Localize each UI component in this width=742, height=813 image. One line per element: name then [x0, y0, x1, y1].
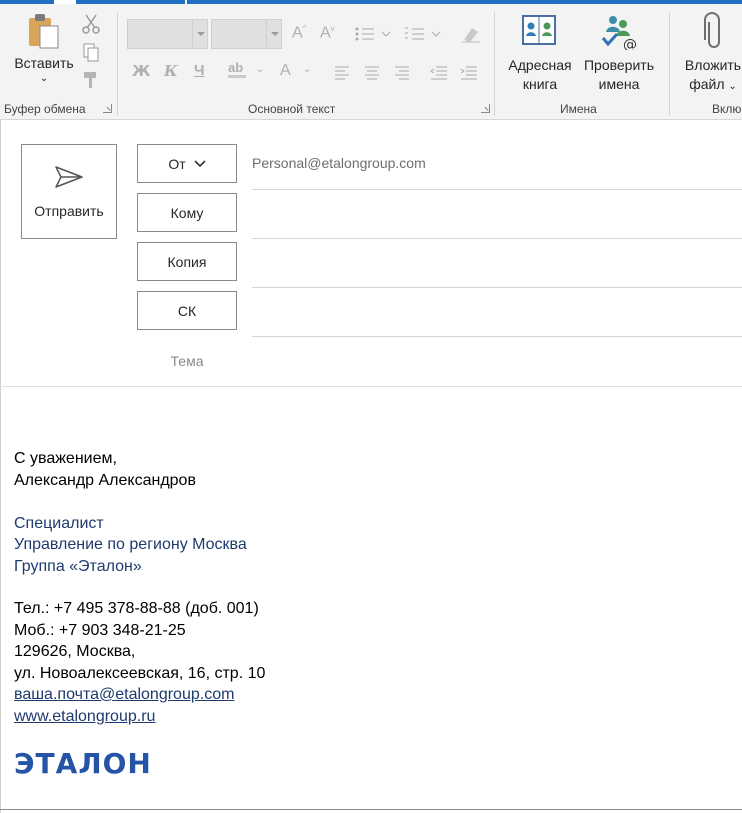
chevron-down-icon[interactable]: ⌄ — [303, 64, 311, 75]
send-icon — [55, 166, 83, 188]
chevron-down-icon: ⌄ — [39, 73, 49, 84]
bold-icon[interactable]: Ж — [132, 62, 150, 80]
attach-file-button[interactable]: Вложить файл ⌄ — [678, 12, 742, 96]
font-name-combo[interactable] — [127, 19, 208, 49]
to-field-underline — [252, 238, 742, 239]
decrease-indent-icon[interactable] — [430, 66, 448, 80]
check-names-icon: @ — [601, 16, 637, 50]
basic-text-group-label: Основной текст — [248, 102, 336, 116]
cc-label: Копия — [167, 253, 207, 270]
format-painter-icon[interactable] — [82, 70, 100, 90]
italic-icon[interactable]: К — [164, 62, 178, 80]
signature-email-link[interactable]: ваша.почта@etalongroup.com — [14, 686, 234, 703]
to-button[interactable]: Кому — [137, 193, 237, 232]
signature-name: Александр Александров — [14, 472, 196, 489]
paperclip-icon — [704, 12, 720, 48]
names-group-label: Имена — [560, 102, 597, 116]
bcc-label: СК — [177, 302, 197, 319]
group-separator — [669, 12, 670, 116]
attach-file-label-line2: файл — [689, 76, 725, 92]
check-names-button[interactable]: @ Проверить имена — [579, 12, 659, 94]
paste-icon — [29, 14, 59, 49]
paste-label: Вставить — [14, 55, 74, 71]
from-field-underline — [252, 189, 742, 190]
cut-icon[interactable] — [82, 14, 100, 34]
address-book-button[interactable]: Адресная книга — [503, 12, 577, 94]
signature-phone: Тел.: +7 495 378-88-88 (доб. 001) — [14, 600, 259, 617]
signature-mobile: Моб.: +7 903 348-21-25 — [14, 622, 186, 639]
highlight-icon[interactable]: ab — [228, 60, 246, 78]
from-button[interactable]: От — [137, 144, 237, 183]
check-names-label-line1: Проверить — [583, 57, 654, 73]
to-label: Кому — [170, 204, 204, 221]
align-left-icon[interactable] — [334, 66, 350, 80]
signature-website-link[interactable]: www.etalongroup.ru — [14, 708, 155, 725]
address-book-label-line2: книга — [522, 76, 558, 92]
clear-formatting-icon[interactable] — [460, 24, 482, 44]
font-color-icon[interactable]: A — [280, 62, 291, 80]
numbering-icon[interactable] — [404, 26, 442, 42]
ribbon: Вставить ⌄ Буфер обмена A^ Av Ж К Ч ab ⌄… — [0, 4, 742, 120]
include-group-label: Вклю — [712, 102, 742, 116]
shrink-font-icon[interactable]: Av — [320, 24, 335, 42]
bcc-field-underline — [252, 336, 742, 337]
cc-field-underline — [252, 287, 742, 288]
attach-file-label-line1: Вложить — [684, 57, 742, 73]
chevron-down-icon — [266, 20, 281, 48]
signature-company: Группа «Эталон» — [14, 558, 142, 575]
chevron-down-icon — [192, 20, 207, 48]
bcc-button[interactable]: СК — [137, 291, 237, 330]
chevron-down-icon — [194, 159, 206, 167]
subject-label: Тема — [170, 353, 204, 369]
attach-file-label-row: файл ⌄ — [678, 75, 742, 96]
check-names-label-line2: имена — [598, 76, 640, 92]
company-logo: ЭТАЛОН — [14, 747, 152, 780]
from-label: От — [168, 155, 186, 172]
align-right-icon[interactable] — [394, 66, 410, 80]
send-label: Отправить — [34, 203, 104, 219]
to-input[interactable] — [252, 194, 742, 234]
from-value: Personal@etalongroup.com — [252, 155, 426, 171]
align-center-icon[interactable] — [364, 66, 380, 80]
address-book-label-line1: Адресная — [508, 57, 572, 73]
increase-indent-icon[interactable] — [460, 66, 478, 80]
address-book-icon — [522, 15, 556, 45]
signature-position: Специалист — [14, 515, 104, 532]
paste-button[interactable]: Вставить ⌄ — [8, 12, 80, 85]
window-bottom-border — [0, 809, 742, 810]
send-button[interactable]: Отправить — [21, 144, 117, 239]
signature-postal: 129626, Москва, — [14, 643, 136, 660]
chevron-down-icon: ⌄ — [728, 81, 737, 92]
clipboard-launcher-icon[interactable] — [103, 104, 112, 113]
signature-department: Управление по региону Москва — [14, 536, 247, 553]
group-separator — [117, 12, 118, 116]
clipboard-group-label: Буфер обмена — [4, 102, 86, 116]
signature-regards: С уважением, — [14, 450, 117, 467]
cc-input[interactable] — [252, 243, 742, 283]
underline-icon[interactable]: Ч — [194, 62, 205, 79]
subject-input[interactable] — [252, 341, 742, 381]
font-size-combo[interactable] — [211, 19, 282, 49]
copy-icon[interactable] — [82, 42, 100, 62]
chevron-down-icon[interactable]: ⌄ — [256, 64, 264, 75]
grow-font-icon[interactable]: A^ — [292, 24, 306, 42]
bullets-icon[interactable] — [354, 26, 392, 42]
group-separator — [494, 12, 495, 116]
basic-text-launcher-icon[interactable] — [481, 104, 490, 113]
bcc-input[interactable] — [252, 292, 742, 332]
cc-button[interactable]: Копия — [137, 242, 237, 281]
svg-text:@: @ — [623, 37, 637, 50]
signature-street: ул. Новоалексеевская, 16, стр. 10 — [14, 665, 266, 682]
